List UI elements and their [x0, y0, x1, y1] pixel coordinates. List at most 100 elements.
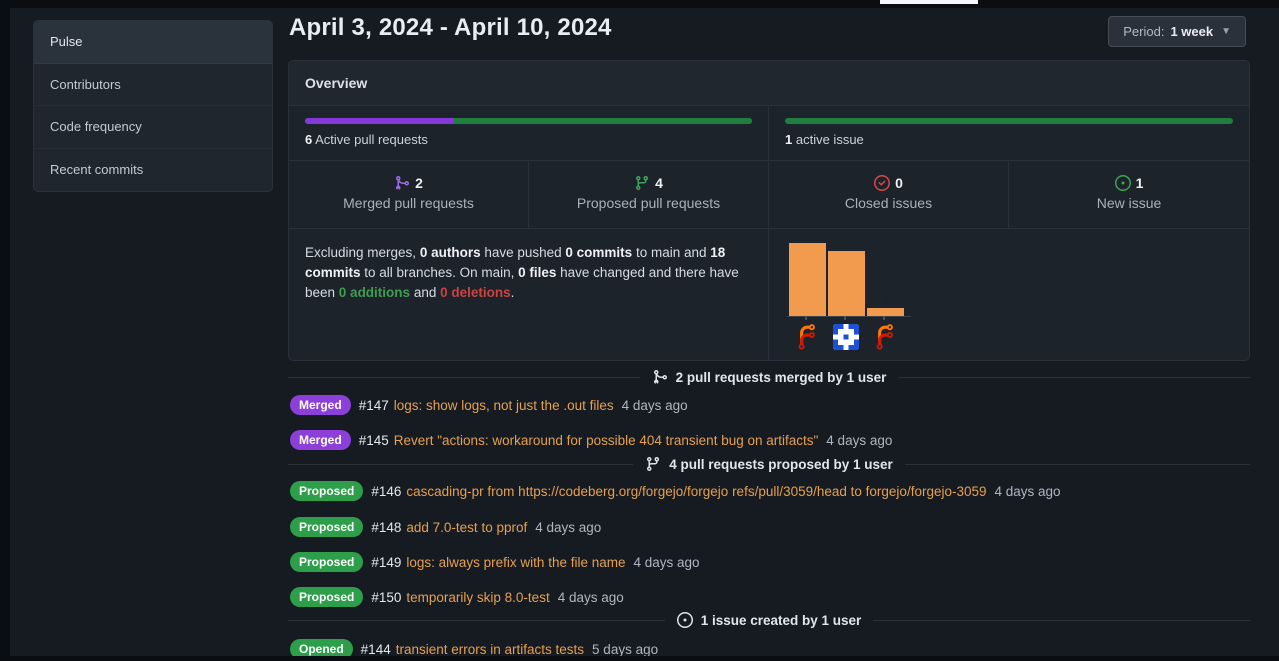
pixel-identicon-avatar[interactable] [833, 324, 859, 350]
pr-row: Merged #147 logs: show logs, not just th… [290, 394, 688, 416]
stat-label: Proposed pull requests [529, 195, 768, 211]
pr-time: 4 days ago [535, 520, 601, 535]
commits-per-author-chart: 9 8 [769, 229, 1249, 361]
issue-time: 5 days ago [592, 642, 658, 657]
active-issue-count: 1 [785, 132, 792, 147]
forgejo-avatar[interactable] [872, 324, 898, 350]
sidebar-item-label: Recent commits [50, 162, 143, 177]
pr-link[interactable]: #149 logs: always prefix with the file n… [371, 555, 625, 570]
summary-segment: 0 commits [565, 245, 632, 260]
pr-link[interactable]: #145 Revert "actions: workaround for pos… [359, 433, 819, 448]
pr-title: logs: always prefix with the file name [406, 555, 625, 570]
summary-deletions: 0 deletions [440, 285, 511, 300]
divider [288, 377, 640, 378]
pr-link[interactable]: #146 cascading-pr from https://codeberg.… [371, 484, 986, 499]
pr-time: 4 days ago [995, 484, 1061, 499]
sidebar-item-pulse[interactable]: Pulse [34, 21, 272, 64]
sidebar-item-recent-commits[interactable]: Recent commits [34, 149, 272, 192]
status-badge: Merged [290, 430, 351, 450]
stat-count: 1 [1136, 175, 1144, 191]
period-label: Period: [1123, 24, 1164, 39]
axis-tick [883, 316, 885, 320]
chart-bar [867, 308, 904, 316]
issue-closed-icon [874, 175, 890, 191]
git-branch-icon [634, 175, 650, 191]
pr-title: temporarily skip 8.0-test [406, 590, 549, 605]
pr-row: Proposed #150 temporarily skip 8.0-test … [290, 586, 624, 608]
activity-lists: 2 pull requests merged by 1 user Merged … [288, 361, 1250, 661]
sidebar-item-contributors[interactable]: Contributors [34, 64, 272, 107]
divider [288, 620, 665, 621]
page-title: April 3, 2024 - April 10, 2024 [289, 14, 612, 42]
summary-segment: 0 files [518, 265, 556, 280]
pr-title: logs: show logs, not just the .out files [394, 398, 614, 413]
issue-title: transient errors in artifacts tests [396, 642, 584, 657]
active-pr-label: 6 Active pull requests [305, 132, 752, 147]
issue-progress-bar [785, 118, 1233, 124]
axis-tick [805, 316, 807, 320]
overview-progress-row: 6 Active pull requests 1 active issue [289, 106, 1249, 161]
pr-link[interactable]: #150 temporarily skip 8.0-test [371, 590, 549, 605]
pr-time: 4 days ago [558, 590, 624, 605]
status-badge: Proposed [290, 517, 363, 537]
stat-count: 2 [415, 175, 423, 191]
issue-open-icon [677, 612, 693, 628]
issue-link[interactable]: #144 transient errors in artifacts tests [361, 642, 584, 657]
window-top-edge [0, 0, 1279, 8]
pr-link[interactable]: #147 logs: show logs, not just the .out … [359, 398, 614, 413]
period-value: 1 week [1170, 24, 1213, 39]
stat-label: New issue [1009, 195, 1249, 211]
active-pr-cell: 6 Active pull requests [289, 106, 769, 160]
active-pr-count: 6 [305, 132, 312, 147]
status-badge: Proposed [290, 481, 363, 501]
divider [288, 464, 633, 465]
bar-value-label: 1 [867, 293, 904, 305]
pr-title: Revert "actions: workaround for possible… [394, 433, 819, 448]
stat-merged-prs: 2 Merged pull requests [289, 161, 529, 228]
issues-section-heading: 1 issue created by 1 user [288, 612, 1250, 628]
summary-segment: have pushed [481, 245, 566, 260]
divider [905, 464, 1250, 465]
pr-row: Merged #145 Revert "actions: workaround … [290, 429, 892, 451]
active-issue-label: 1 active issue [785, 132, 1233, 147]
overview-stats-row: 2 Merged pull requests 4 Proposed pull r… [289, 161, 1249, 229]
summary-segment: to all branches. On main, [361, 265, 519, 280]
divider [898, 377, 1250, 378]
pr-number: #148 [371, 520, 401, 535]
overview-panel: Overview 6 Active pull requests 1 active… [288, 60, 1250, 361]
sidebar-item-label: Code frequency [50, 119, 142, 134]
issue-number: #144 [361, 642, 391, 657]
forgejo-avatar[interactable] [794, 324, 820, 350]
pr-row: Proposed #149 logs: always prefix with t… [290, 551, 700, 573]
summary-segment: 0 authors [420, 245, 481, 260]
overview-panel-header: Overview [289, 61, 1249, 106]
git-merge-icon [652, 369, 668, 385]
pr-time: 4 days ago [634, 555, 700, 570]
issue-progress-open-segment [785, 118, 1233, 124]
pr-number: #146 [371, 484, 401, 499]
summary-segment: and [410, 285, 440, 300]
pr-progress-proposed-segment [454, 118, 752, 124]
commit-summary-text: Excluding merges, 0 authors have pushed … [305, 243, 752, 303]
stat-count: 4 [655, 175, 663, 191]
chart-bar-col: 1 [867, 241, 904, 350]
pr-number: #145 [359, 433, 389, 448]
git-branch-icon [645, 456, 661, 472]
pr-link[interactable]: #148 add 7.0-test to pprof [371, 520, 527, 535]
summary-segment: Excluding merges, [305, 245, 420, 260]
section-heading-text: 1 issue created by 1 user [701, 613, 862, 628]
period-dropdown-button[interactable]: Period: 1 week ▼ [1108, 16, 1246, 47]
chart-bar [828, 251, 865, 316]
active-pr-text: Active pull requests [315, 132, 428, 147]
chart-bar [789, 243, 826, 316]
divider [873, 620, 1250, 621]
summary-segment: . [511, 285, 515, 300]
sidebar-item-code-frequency[interactable]: Code frequency [34, 106, 272, 149]
pulse-sidebar: Pulse Contributors Code frequency Recent… [33, 20, 273, 192]
stat-closed-issues: 0 Closed issues [769, 161, 1009, 228]
stat-label: Merged pull requests [289, 195, 528, 211]
pr-time: 4 days ago [622, 398, 688, 413]
active-issue-text: active issue [796, 132, 864, 147]
merged-section-heading: 2 pull requests merged by 1 user [288, 369, 1250, 385]
proposed-section-heading: 4 pull requests proposed by 1 user [288, 456, 1250, 472]
